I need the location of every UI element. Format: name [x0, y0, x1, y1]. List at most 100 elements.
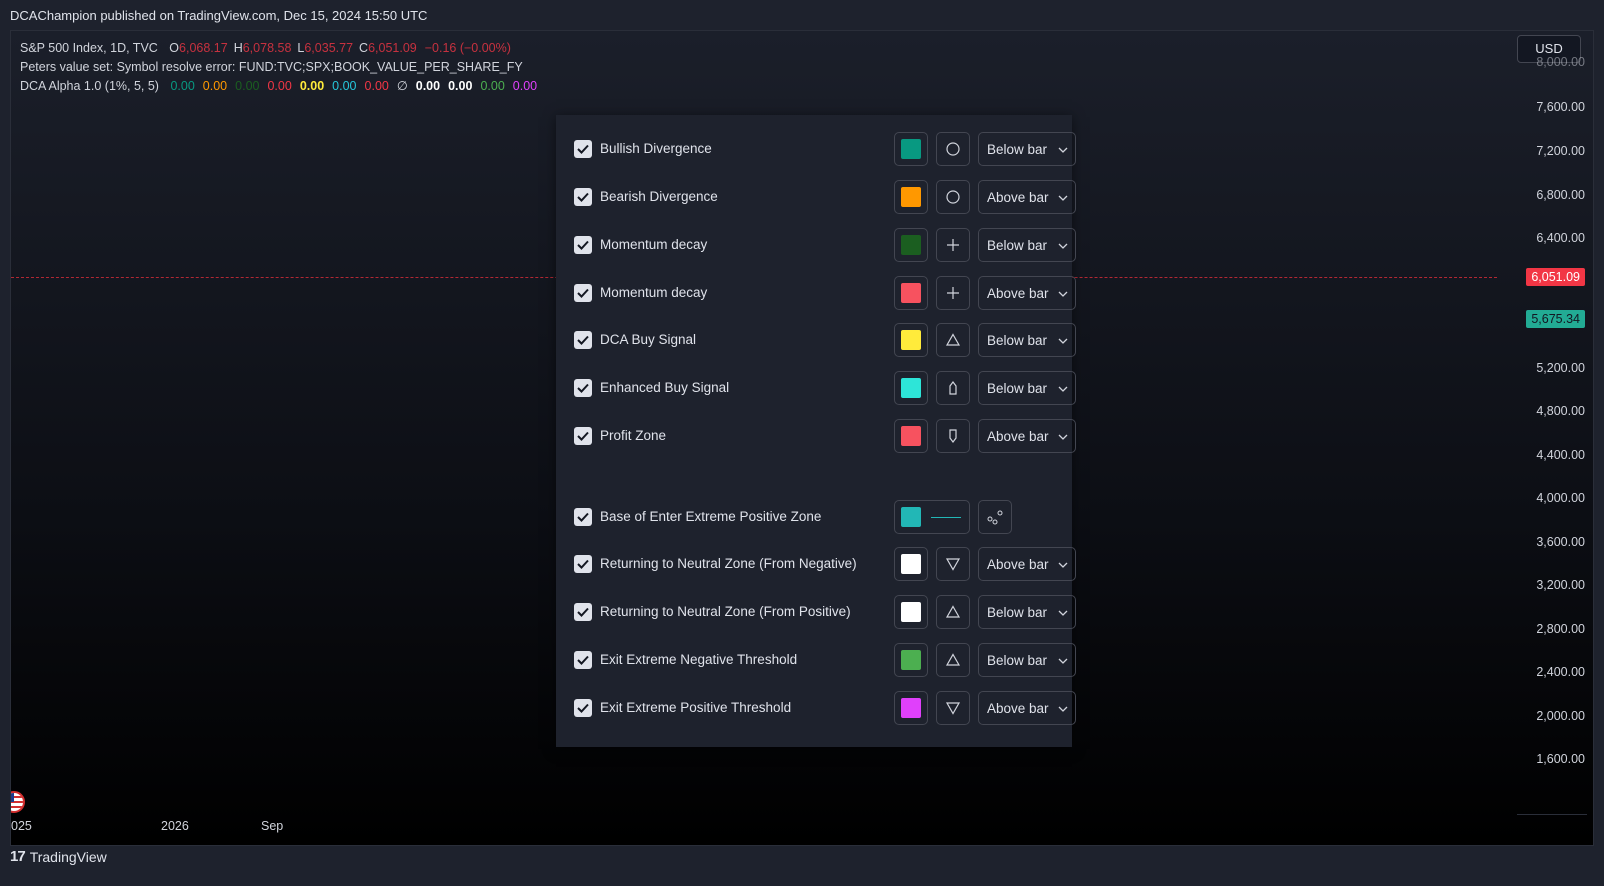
- style-settings-panel: Bullish Divergence Below bar Bearish Diver…: [556, 115, 1076, 747]
- price-tick-label: 7,200.00: [1536, 144, 1585, 158]
- dca-legend-row[interactable]: DCA Alpha 1.0 (1%, 5, 5) 0.00 0.00 0.00 0.0…: [20, 77, 537, 96]
- location-select[interactable]: Above bar: [978, 180, 1076, 214]
- ohlc-item: H6,078.58: [234, 41, 292, 55]
- location-select[interactable]: Below bar: [978, 228, 1076, 262]
- shape-select-button[interactable]: [936, 547, 970, 581]
- symbol-legend-row[interactable]: S&P 500 Index, 1D, TVC O6,068.17 H6,078.5…: [20, 39, 537, 58]
- plot-label: Base of Enter Extreme Positive Zone: [600, 509, 822, 524]
- color-picker[interactable]: [894, 419, 928, 453]
- shape-select-button[interactable]: [936, 643, 970, 677]
- color-picker[interactable]: [894, 691, 928, 725]
- dca-value: 0.00: [202, 79, 228, 93]
- price-tick-label: 7,600.00: [1536, 100, 1585, 114]
- color-picker[interactable]: [894, 323, 928, 357]
- price-tick-label: 3,200.00: [1536, 578, 1585, 592]
- visibility-checkbox[interactable]: [574, 379, 592, 397]
- visibility-checkbox[interactable]: [574, 236, 592, 254]
- color-picker[interactable]: [894, 276, 928, 310]
- time-tick-label: 2026: [161, 819, 189, 833]
- color-fill: [901, 650, 921, 670]
- shape-select-button[interactable]: [936, 276, 970, 310]
- chevron-down-icon: [1058, 706, 1068, 712]
- location-select[interactable]: Above bar: [978, 276, 1076, 310]
- peters-error-text: Peters value set: Symbol resolve error: …: [20, 60, 523, 74]
- visibility-checkbox[interactable]: [574, 188, 592, 206]
- triangle-down-shape-icon: [945, 556, 961, 572]
- shape-select-button[interactable]: [936, 180, 970, 214]
- us-flag-icon[interactable]: [11, 791, 25, 813]
- color-picker[interactable]: [894, 132, 928, 166]
- brand-name: TradingView: [29, 848, 107, 865]
- location-select[interactable]: Below bar: [978, 595, 1076, 629]
- published-info: DCAChampion published on TradingView.com…: [10, 8, 428, 23]
- visibility-checkbox[interactable]: [574, 508, 592, 526]
- color-picker[interactable]: [894, 595, 928, 629]
- price-axis[interactable]: 8,000.00 7,600.00 7,200.00 6,800.00 6,400.00…: [1501, 31, 1585, 845]
- location-select[interactable]: Below bar: [978, 323, 1076, 357]
- visibility-checkbox[interactable]: [574, 140, 592, 158]
- visibility-checkbox[interactable]: [574, 331, 592, 349]
- ohlc-item: C6,051.09: [359, 41, 417, 55]
- shape-select-button[interactable]: [936, 419, 970, 453]
- plot-label: Profit Zone: [600, 428, 667, 443]
- shape-select-button[interactable]: [936, 228, 970, 262]
- dca-indicator-values: 0.00 0.00 0.00 0.00 0.00 0.00 0.00 ∅ 0.00 0.00 0.0…: [162, 79, 537, 93]
- last-price-tag: 6,051.09: [1526, 268, 1585, 286]
- line-style-button[interactable]: [978, 500, 1012, 534]
- plot-style-row: Returning to Neutral Zone (From Negative…: [574, 546, 1076, 582]
- color-picker[interactable]: [894, 180, 928, 214]
- shape-select-button[interactable]: [936, 132, 970, 166]
- check-icon: [577, 512, 589, 522]
- shape-select-button[interactable]: [936, 595, 970, 629]
- visibility-checkbox[interactable]: [574, 427, 592, 445]
- peters-legend-row[interactable]: Peters value set: Symbol resolve error: …: [20, 58, 537, 77]
- check-icon: [577, 288, 589, 298]
- plot-label: Exit Extreme Positive Threshold: [600, 700, 792, 715]
- color-picker[interactable]: [894, 228, 928, 262]
- price-tick-label: 4,800.00: [1536, 404, 1585, 418]
- chevron-down-icon: [1058, 386, 1068, 392]
- price-tick-label: 2,800.00: [1536, 622, 1585, 636]
- visibility-checkbox[interactable]: [574, 699, 592, 717]
- price-tick-label: 4,400.00: [1536, 448, 1585, 462]
- location-select[interactable]: Below bar: [978, 371, 1076, 405]
- shape-select-button[interactable]: [936, 323, 970, 357]
- chevron-down-icon: [1058, 147, 1068, 153]
- line-color-picker[interactable]: [894, 500, 970, 534]
- color-fill: [901, 507, 921, 527]
- color-picker[interactable]: [894, 643, 928, 677]
- color-fill: [901, 378, 921, 398]
- triangle-up-shape-icon: [945, 332, 961, 348]
- tradingview-brand[interactable]: 17 TradingView: [10, 848, 107, 865]
- location-select[interactable]: Below bar: [978, 643, 1076, 677]
- visibility-checkbox[interactable]: [574, 651, 592, 669]
- color-picker[interactable]: [894, 547, 928, 581]
- visibility-checkbox[interactable]: [574, 555, 592, 573]
- location-value: Below bar: [987, 653, 1048, 668]
- plot-style-row: Bearish Divergence Above bar: [574, 179, 1076, 215]
- check-icon: [577, 431, 589, 441]
- color-fill: [901, 235, 921, 255]
- time-axis[interactable]: 025 2026 Sep: [11, 819, 1491, 839]
- location-select[interactable]: Above bar: [978, 547, 1076, 581]
- dca-value: 0.00: [480, 79, 505, 93]
- visibility-checkbox[interactable]: [574, 284, 592, 302]
- location-select[interactable]: Below bar: [978, 132, 1076, 166]
- price-tick-label: 6,800.00: [1536, 188, 1585, 202]
- location-select[interactable]: Above bar: [978, 419, 1076, 453]
- check-icon: [577, 240, 589, 250]
- color-picker[interactable]: [894, 371, 928, 405]
- time-tick-label: 025: [11, 819, 32, 833]
- location-value: Below bar: [987, 142, 1048, 157]
- chevron-down-icon: [1058, 562, 1068, 568]
- location-select[interactable]: Above bar: [978, 691, 1076, 725]
- color-fill: [901, 554, 921, 574]
- chevron-down-icon: [1058, 243, 1068, 249]
- plot-label: Enhanced Buy Signal: [600, 380, 730, 395]
- location-value: Below bar: [987, 605, 1048, 620]
- plot-style-row: Momentum decay Above bar: [574, 275, 1076, 311]
- visibility-checkbox[interactable]: [574, 603, 592, 621]
- shape-select-button[interactable]: [936, 691, 970, 725]
- shape-select-button[interactable]: [936, 371, 970, 405]
- location-value: Below bar: [987, 238, 1048, 253]
